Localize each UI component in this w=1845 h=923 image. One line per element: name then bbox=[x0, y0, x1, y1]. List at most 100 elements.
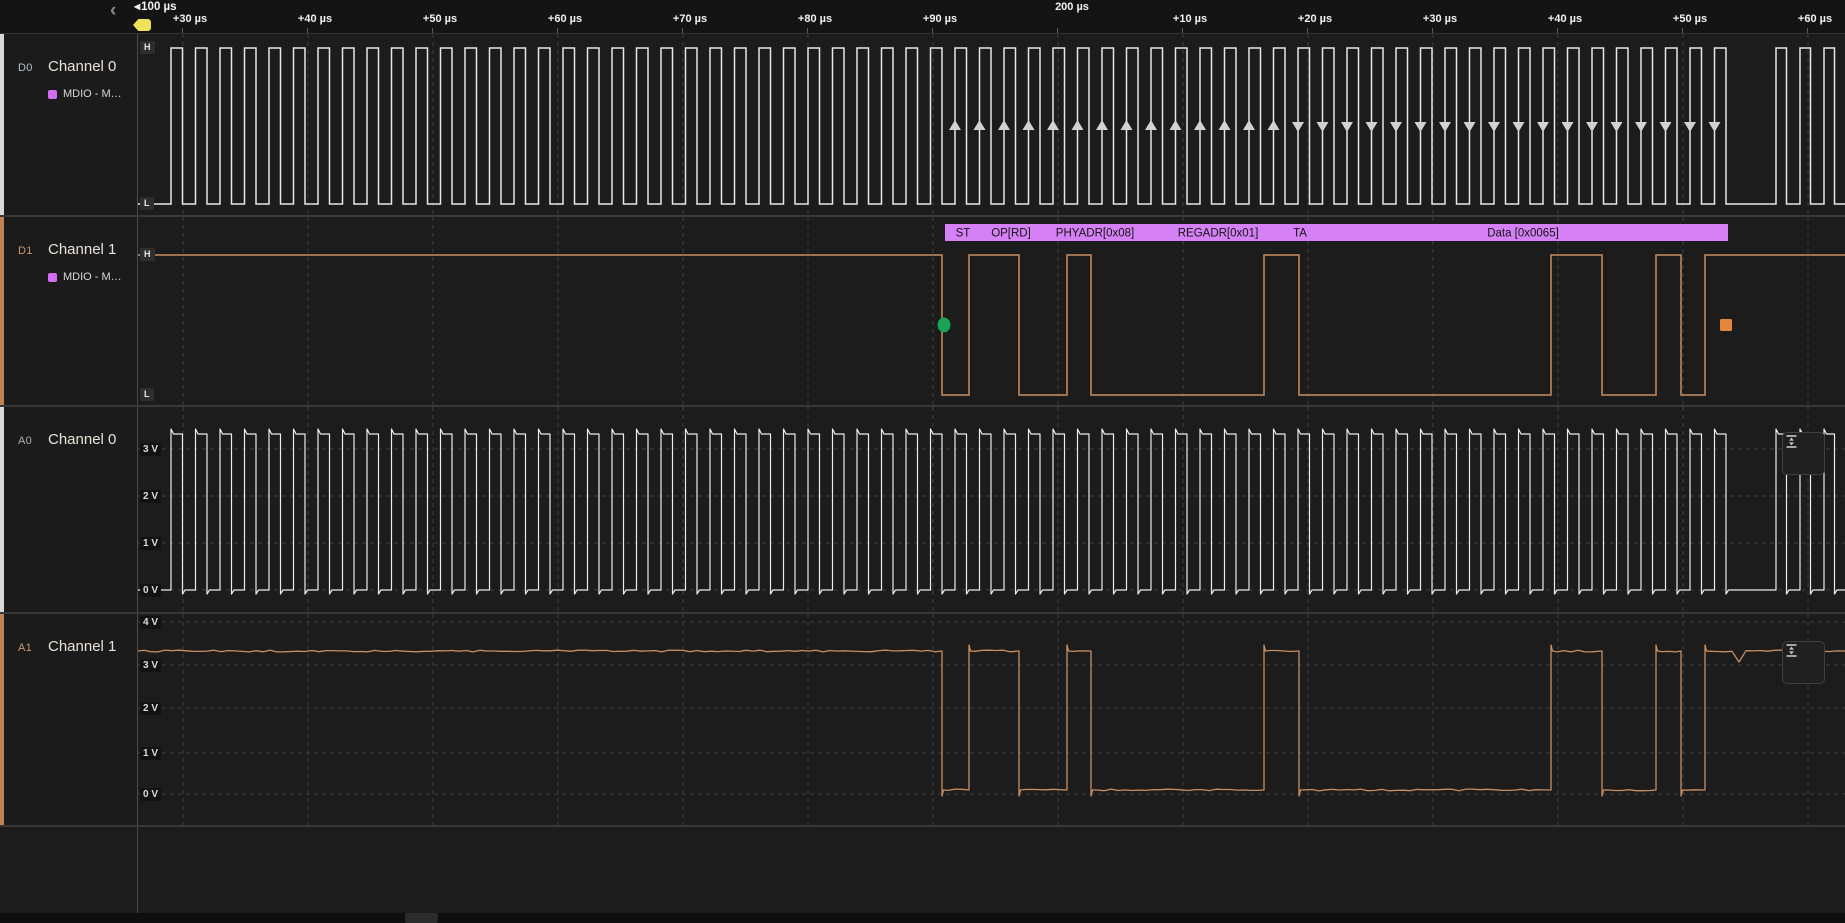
mdio-decode-field: OP[RD] bbox=[991, 228, 1031, 240]
channel-d0-sidebar[interactable]: D0 Channel 0 MDIO - M… bbox=[0, 34, 137, 215]
rising-edge-arrow-icon bbox=[1268, 120, 1280, 130]
d1-trace bbox=[138, 255, 1845, 395]
timeline-tick bbox=[1682, 28, 1683, 33]
timeline-tick bbox=[307, 28, 308, 33]
d0-low-label: L bbox=[140, 197, 154, 210]
falling-edge-arrow-icon bbox=[1366, 122, 1378, 132]
channel-a1-sidebar[interactable]: A1 Channel 1 bbox=[0, 614, 137, 825]
channel-a0-id: A0 bbox=[18, 435, 32, 447]
timeline-tick bbox=[1557, 28, 1558, 33]
analyzer-swatch-icon bbox=[48, 273, 57, 282]
falling-edge-arrow-icon bbox=[1684, 122, 1696, 132]
timeline-tick-label: +60 µs bbox=[548, 13, 582, 25]
timeline-tick-label: +10 µs bbox=[1173, 13, 1207, 25]
a1-waveform bbox=[138, 614, 1845, 825]
rising-edge-arrow-icon bbox=[1219, 120, 1231, 130]
chevron-left-icon[interactable]: ‹ bbox=[110, 1, 116, 20]
expand-vertical-button[interactable] bbox=[1782, 432, 1825, 475]
falling-edge-arrow-icon bbox=[1562, 122, 1574, 132]
timeline-tick-label: +50 µs bbox=[423, 13, 457, 25]
falling-edge-arrow-icon bbox=[1635, 122, 1647, 132]
timeline-tick bbox=[432, 28, 433, 33]
analyzer-label: MDIO - M… bbox=[63, 88, 122, 100]
falling-edge-arrow-icon bbox=[1488, 122, 1500, 132]
channel-a1-accent bbox=[0, 614, 4, 825]
rising-edge-arrow-icon bbox=[1096, 120, 1108, 130]
channel-row-a0: A0 Channel 0 3 V 2 V 1 V 0 V bbox=[0, 407, 1845, 614]
rising-edge-arrow-icon bbox=[998, 120, 1010, 130]
analyzer-legend[interactable]: MDIO - M… bbox=[48, 88, 122, 100]
triangle-left-icon: ◀ bbox=[134, 2, 140, 11]
d0-waveform-plot[interactable]: H L bbox=[137, 34, 1845, 215]
mdio-decode-field: ST bbox=[956, 228, 971, 240]
timeline-anchor-label: ◀100 µs bbox=[134, 1, 177, 13]
channel-row-d1: D1 Channel 1 MDIO - M… STOP[RD]PHYADR[0x… bbox=[0, 217, 1845, 407]
timeline-tick-label: +40 µs bbox=[298, 13, 332, 25]
rising-edge-arrow-icon bbox=[1243, 120, 1255, 130]
a0-waveform-plot[interactable]: 3 V 2 V 1 V 0 V bbox=[137, 407, 1845, 612]
channel-d1-name[interactable]: Channel 1 bbox=[48, 241, 116, 258]
mdio-decode-field: REGADR[0x01] bbox=[1178, 228, 1259, 240]
a0-voltage-label: 1 V bbox=[140, 537, 161, 550]
scrollbar-thumb[interactable] bbox=[405, 913, 438, 923]
a1-waveform-plot[interactable]: 4 V3 V2 V1 V0 V bbox=[137, 614, 1845, 825]
channel-d0-name[interactable]: Channel 0 bbox=[48, 58, 116, 75]
a0-waveform bbox=[138, 407, 1845, 612]
d1-waveform-plot[interactable]: STOP[RD]PHYADR[0x08]REGADR[0x01]TAData [… bbox=[137, 217, 1845, 405]
logic-analyzer-app: ‹ ◀100 µs +30 µs+40 µs+50 µs+60 µs+70 µs… bbox=[0, 0, 1845, 923]
timeline-tick bbox=[807, 28, 808, 33]
a0-voltage-label: 3 V bbox=[140, 443, 161, 456]
rising-edge-arrow-icon bbox=[1170, 120, 1182, 130]
timeline-tick-label: +70 µs bbox=[673, 13, 707, 25]
falling-edge-arrow-icon bbox=[1537, 122, 1549, 132]
timeline-tick bbox=[557, 28, 558, 33]
channel-a1-name[interactable]: Channel 1 bbox=[48, 638, 116, 655]
d0-waveform bbox=[138, 34, 1845, 215]
channel-a0-name[interactable]: Channel 0 bbox=[48, 431, 116, 448]
rising-edge-arrow-icon bbox=[1047, 120, 1059, 130]
falling-edge-arrow-icon bbox=[1660, 122, 1672, 132]
timeline-tick bbox=[1432, 28, 1433, 33]
a0-trace bbox=[138, 429, 1845, 594]
timeline-tick-label: +80 µs bbox=[798, 13, 832, 25]
rising-edge-arrow-icon bbox=[1023, 120, 1035, 130]
timeline-tick bbox=[682, 28, 683, 33]
channel-d0-id: D0 bbox=[18, 62, 33, 74]
horizontal-scrollbar[interactable] bbox=[0, 913, 1845, 923]
timeline-tick bbox=[1182, 28, 1183, 33]
rising-edge-arrow-icon bbox=[1072, 120, 1084, 130]
frame-end-marker-icon bbox=[1720, 319, 1732, 331]
frame-start-marker-icon bbox=[938, 318, 951, 333]
timeline-tick-label: 200 µs bbox=[1055, 1, 1089, 13]
falling-edge-arrow-icon bbox=[1415, 122, 1427, 132]
timeline-tick bbox=[932, 28, 933, 33]
timeline-ruler[interactable]: ‹ ◀100 µs +30 µs+40 µs+50 µs+60 µs+70 µs… bbox=[0, 0, 1845, 34]
unfold-vertical-icon bbox=[1783, 433, 1800, 450]
a0-voltage-label: 0 V bbox=[140, 584, 161, 597]
timeline-tick bbox=[182, 28, 183, 33]
falling-edge-arrow-icon bbox=[1341, 122, 1353, 132]
a1-voltage-label: 0 V bbox=[140, 788, 161, 801]
expand-vertical-button[interactable] bbox=[1782, 641, 1825, 684]
channel-d1-id: D1 bbox=[18, 245, 33, 257]
channel-a0-accent bbox=[0, 407, 4, 612]
timeline-marker-flag[interactable] bbox=[133, 19, 151, 31]
rising-edge-arrow-icon bbox=[1194, 120, 1206, 130]
a1-voltage-label: 4 V bbox=[140, 616, 161, 629]
a0-voltage-label: 2 V bbox=[140, 490, 161, 503]
channel-d1-sidebar[interactable]: D1 Channel 1 MDIO - M… bbox=[0, 217, 137, 405]
analyzer-legend[interactable]: MDIO - M… bbox=[48, 271, 122, 283]
timeline-tick-label: +60 µs bbox=[1798, 13, 1832, 25]
channel-row-a1: A1 Channel 1 4 V3 V2 V1 V0 V bbox=[0, 614, 1845, 827]
falling-edge-arrow-icon bbox=[1586, 122, 1598, 132]
falling-edge-arrow-icon bbox=[1513, 122, 1525, 132]
rising-edge-arrow-icon bbox=[949, 120, 961, 130]
sidebar-divider bbox=[137, 827, 138, 913]
analyzer-label: MDIO - M… bbox=[63, 271, 122, 283]
d1-low-label: L bbox=[140, 388, 154, 401]
empty-track-area bbox=[0, 827, 1845, 913]
d0-high-label: H bbox=[140, 41, 155, 54]
channel-a0-sidebar[interactable]: A0 Channel 0 bbox=[0, 407, 137, 612]
timeline-tick bbox=[1807, 28, 1808, 33]
timeline-tick bbox=[1057, 28, 1058, 33]
